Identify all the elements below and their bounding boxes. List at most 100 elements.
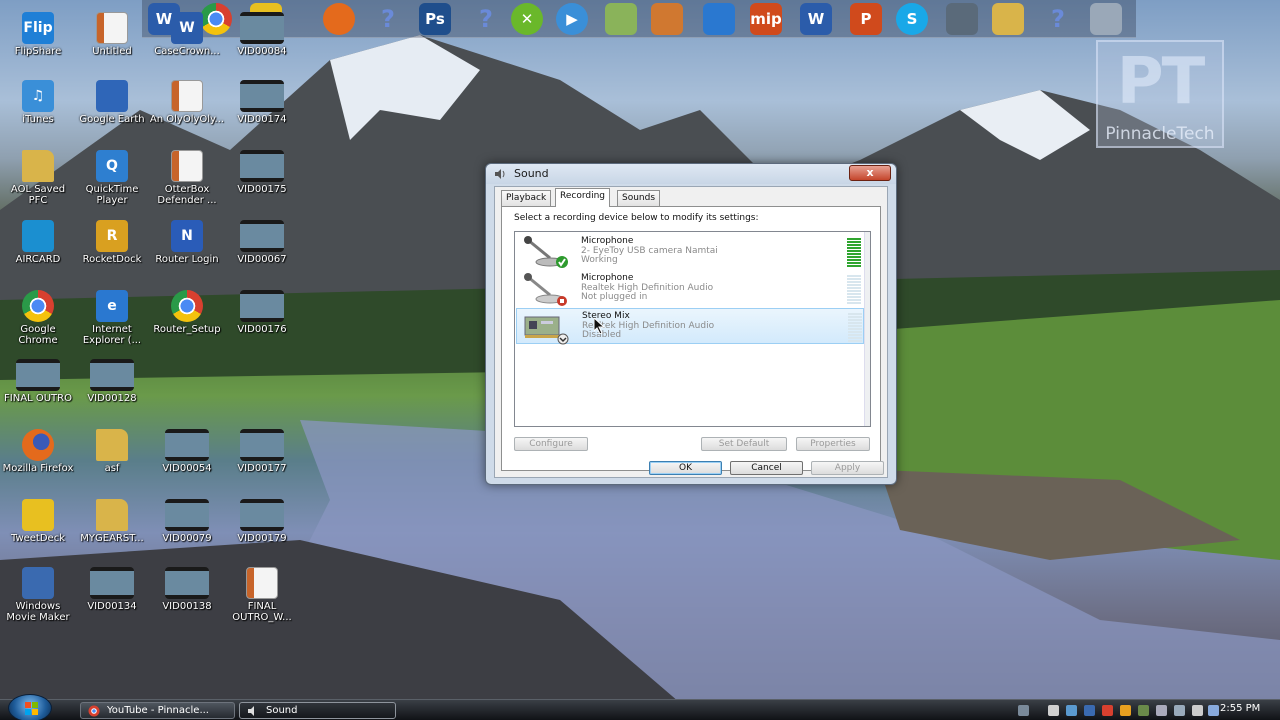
desktop-icon[interactable]: VID00128 <box>74 355 150 419</box>
microphone-icon <box>524 236 568 268</box>
tab-recording[interactable]: Recording <box>555 188 611 207</box>
photoshop-icon[interactable]: Ps <box>419 3 451 35</box>
tray-app-icon[interactable] <box>1156 705 1167 716</box>
level-meter <box>848 313 862 342</box>
desktop-icon[interactable]: Google Chrome <box>0 286 76 350</box>
chrome-icon <box>88 705 100 717</box>
xbox-icon[interactable]: ✕ <box>511 3 543 35</box>
help-icon[interactable]: ? <box>372 3 404 35</box>
device-row[interactable]: Microphone Realtek High Definition Audio… <box>516 271 864 307</box>
desktop-icon[interactable]: VID00175 <box>224 146 300 210</box>
device-status: Working <box>581 255 618 265</box>
desktop-icon[interactable]: VID00084 <box>224 8 300 72</box>
desktop-icon[interactable]: Q QuickTime Player <box>74 146 150 210</box>
volume-icon[interactable] <box>1192 705 1203 716</box>
bluetooth-icon[interactable] <box>1084 705 1095 716</box>
desktop-icon[interactable]: TweetDeck <box>0 495 76 559</box>
recycle-bin-icon[interactable] <box>1090 3 1122 35</box>
meter-segment <box>848 322 862 324</box>
meter-segment <box>847 262 861 264</box>
antivirus-icon[interactable] <box>1102 705 1113 716</box>
desktop-icon[interactable]: VID00067 <box>224 216 300 280</box>
desktop-icon[interactable]: VID00174 <box>224 76 300 140</box>
power-icon[interactable] <box>1208 705 1219 716</box>
desktop-icon[interactable]: FINAL OUTRO <box>0 355 76 419</box>
meter-segment <box>847 299 861 301</box>
desktop-icon-label: QuickTime Player <box>85 184 139 206</box>
skype-icon[interactable]: S <box>896 3 928 35</box>
desktop-icon[interactable]: W CaseCrown... <box>149 8 225 72</box>
recording-device-list[interactable]: Microphone 2- EyeToy USB camera Namtai W… <box>514 231 871 427</box>
desktop-icon-label: asf <box>104 463 120 474</box>
list-scrollbar[interactable] <box>864 232 870 426</box>
desktop-icon-label: OtterBox Defender ... <box>157 184 217 206</box>
desktop-icon[interactable]: VID00179 <box>224 495 300 559</box>
desktop-icon[interactable]: VID00134 <box>74 563 150 627</box>
desktop-icon[interactable]: ♫ iTunes <box>0 76 76 140</box>
tray-app-icon[interactable] <box>1174 705 1185 716</box>
flipshare-icon: Flip <box>22 12 54 44</box>
taskbar-clock[interactable]: 2:55 PM <box>1220 703 1260 714</box>
tray-chevron-icon[interactable] <box>1048 705 1059 716</box>
desktop-icon[interactable]: R RocketDock <box>74 216 150 280</box>
device-row-selected[interactable]: Stereo Mix Realtek High Definition Audio… <box>516 308 864 345</box>
media-player-icon[interactable]: ▶ <box>556 3 588 35</box>
desktop-icon[interactable]: FINAL OUTRO_W... <box>224 563 300 627</box>
headset-icon[interactable] <box>703 3 735 35</box>
desktop-icon[interactable]: Untitled <box>74 8 150 72</box>
apply-button[interactable]: Apply <box>811 461 884 475</box>
word-icon[interactable]: W <box>800 3 832 35</box>
sound-dialog: Sound x Playback Recording Sounds Select… <box>485 163 897 485</box>
configure-button[interactable]: Configure <box>514 437 588 451</box>
desktop-icon[interactable]: VID00176 <box>224 286 300 350</box>
tray-app-icon[interactable] <box>1138 705 1149 716</box>
desktop-icon[interactable]: Windows Movie Maker <box>0 563 76 627</box>
itunes-icon: ♫ <box>22 80 54 112</box>
tab-playback[interactable]: Playback <box>501 190 552 206</box>
video-file-icon[interactable] <box>651 3 683 35</box>
desktop-icon[interactable]: AOL Saved PFC <box>0 146 76 210</box>
desktop-icon[interactable]: VID00138 <box>149 563 225 627</box>
dialog-titlebar[interactable]: Sound x <box>486 164 896 184</box>
desktop-icon[interactable]: MYGEARST... <box>74 495 150 559</box>
folder-icon[interactable] <box>992 3 1024 35</box>
help-icon[interactable]: ? <box>1042 3 1074 35</box>
desktop-icon[interactable]: e Internet Explorer (... <box>74 286 150 350</box>
ok-button[interactable]: OK <box>649 461 722 475</box>
network-icon[interactable] <box>1066 705 1077 716</box>
tab-sounds[interactable]: Sounds <box>617 190 661 206</box>
powerpoint-icon[interactable]: P <box>850 3 882 35</box>
desktop-icon[interactable]: VID00177 <box>224 425 300 489</box>
properties-button[interactable]: Properties <box>796 437 870 451</box>
desktop-icon[interactable]: OtterBox Defender ... <box>149 146 225 210</box>
help-icon[interactable]: ? <box>470 3 502 35</box>
desktop-icon[interactable]: VID00054 <box>149 425 225 489</box>
set-default-button[interactable]: Set Default <box>701 437 787 451</box>
meter-segment <box>847 287 861 289</box>
device-row[interactable]: Microphone 2- EyeToy USB camera Namtai W… <box>516 234 864 270</box>
tray-app-icon[interactable] <box>1120 705 1131 716</box>
show-desktop-icon[interactable] <box>1018 705 1029 716</box>
firefox-icon[interactable] <box>323 3 355 35</box>
task-youtube[interactable]: YouTube - Pinnacle... <box>80 702 235 719</box>
desktop-icon[interactable]: N Router Login <box>149 216 225 280</box>
desktop-icon[interactable]: An OlyOlyOly... <box>149 76 225 140</box>
desktop-icon[interactable]: asf <box>74 425 150 489</box>
desktop-icon[interactable]: Mozilla Firefox <box>0 425 76 489</box>
speaker-icon <box>248 706 254 716</box>
desktop-icon[interactable]: Router_Setup <box>149 286 225 350</box>
task-sound[interactable]: Sound <box>239 702 396 719</box>
desktop-icon[interactable]: Flip FlipShare <box>0 8 76 72</box>
desktop-icon-label: An OlyOlyOly... <box>149 114 225 125</box>
image-file-icon[interactable] <box>605 3 637 35</box>
close-button[interactable]: x <box>849 165 891 181</box>
desktop-icon[interactable]: AIRCARD <box>0 216 76 280</box>
desktop-icon[interactable]: VID00079 <box>149 495 225 559</box>
flag-icon[interactable] <box>946 3 978 35</box>
desktop-icon-label: VID00134 <box>87 601 137 612</box>
cancel-button[interactable]: Cancel <box>730 461 803 475</box>
start-button[interactable] <box>8 694 52 720</box>
desktop-icon-label: Mozilla Firefox <box>2 463 74 474</box>
mip-icon[interactable]: mip <box>750 3 782 35</box>
desktop-icon[interactable]: Google Earth <box>74 76 150 140</box>
